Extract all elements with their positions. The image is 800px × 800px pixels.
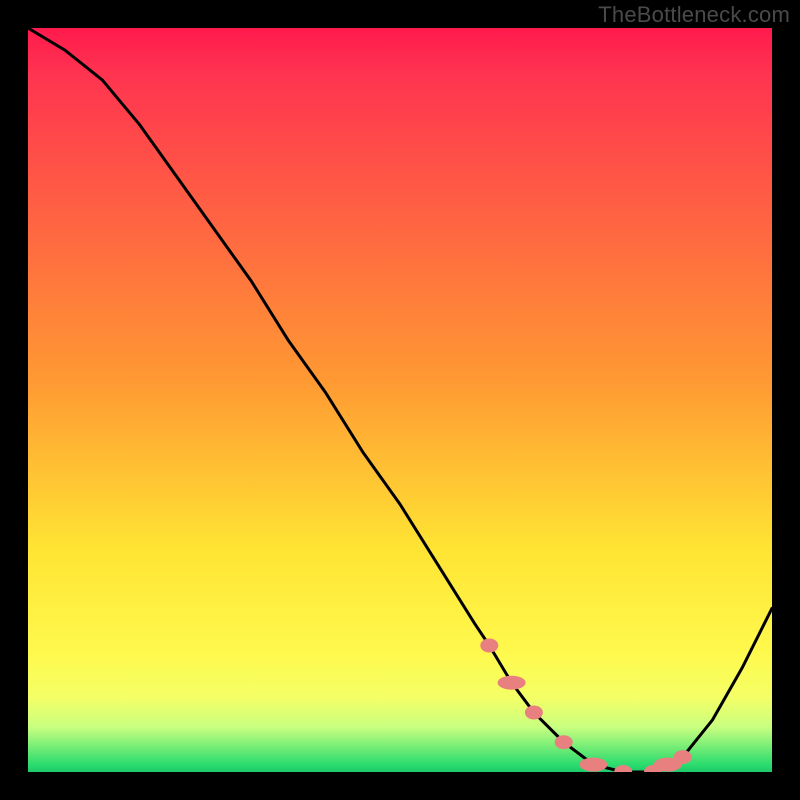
marker-dot bbox=[555, 735, 573, 749]
marker-layer bbox=[28, 28, 772, 772]
marker-group bbox=[480, 639, 691, 773]
marker-dot bbox=[498, 676, 526, 690]
marker-dot bbox=[480, 639, 498, 653]
marker-dot bbox=[614, 765, 632, 772]
marker-dot bbox=[525, 706, 543, 720]
marker-dot bbox=[674, 750, 692, 764]
marker-dot bbox=[579, 758, 607, 772]
watermark-text: TheBottleneck.com bbox=[598, 2, 790, 28]
